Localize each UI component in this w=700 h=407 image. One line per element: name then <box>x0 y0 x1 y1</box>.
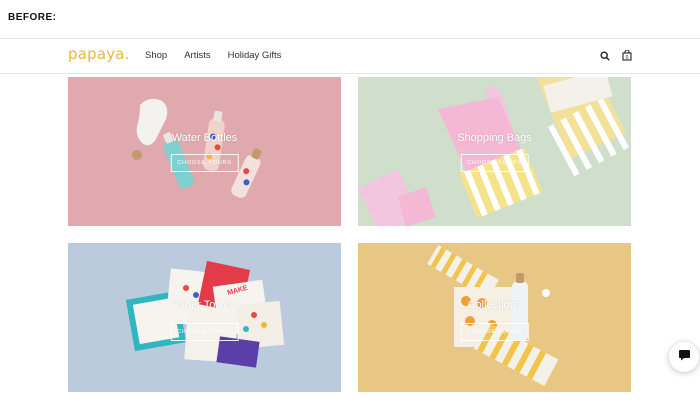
nav-icons: 0 <box>600 50 632 61</box>
tile-title: Collections <box>467 299 522 311</box>
chat-button[interactable] <box>669 342 699 372</box>
before-caption: BEFORE: <box>8 12 57 23</box>
water-bottles-image <box>132 98 262 198</box>
bag-icon[interactable]: 0 <box>622 50 632 61</box>
tile-title: Paper Towels <box>171 299 238 311</box>
collections-image <box>427 244 559 387</box>
nav-item-artists[interactable]: Artists <box>184 50 210 61</box>
choose-yours-button[interactable]: CHOOSE YOURS <box>460 323 529 341</box>
search-icon[interactable] <box>600 50 610 61</box>
nav-item-shop[interactable]: Shop <box>145 50 167 61</box>
main-nav: Shop Artists Holiday Gifts <box>145 50 281 61</box>
tile-paper-towels[interactable]: MAKE Paper Towels CHOOSE YOURS <box>68 243 341 392</box>
chat-icon <box>678 348 691 366</box>
tile-title: Shopping Bags <box>457 132 532 144</box>
choose-yours-button[interactable]: CHOOSE YOURS <box>170 154 239 172</box>
top-navbar: papaya. Shop Artists Holiday Gifts 0 <box>0 38 700 74</box>
nav-item-holiday-gifts[interactable]: Holiday Gifts <box>228 50 282 61</box>
svg-text:0: 0 <box>626 55 629 61</box>
tile-title: Water Bottles <box>171 132 238 144</box>
paper-towels-image: MAKE <box>125 260 285 368</box>
papaya-logo[interactable]: papaya. <box>68 45 130 63</box>
tile-collections[interactable]: Collections CHOOSE YOURS <box>358 243 631 392</box>
tile-shopping-bags[interactable]: Shopping Bags CHOOSE YOURS <box>358 77 631 226</box>
tile-water-bottles[interactable]: Water Bottles CHOOSE YOURS <box>68 77 341 226</box>
choose-yours-button[interactable]: CHOOSE YOURS <box>170 323 239 341</box>
choose-yours-button[interactable]: CHOOSE YOURS <box>460 154 529 172</box>
shopping-bags-image <box>358 77 630 226</box>
